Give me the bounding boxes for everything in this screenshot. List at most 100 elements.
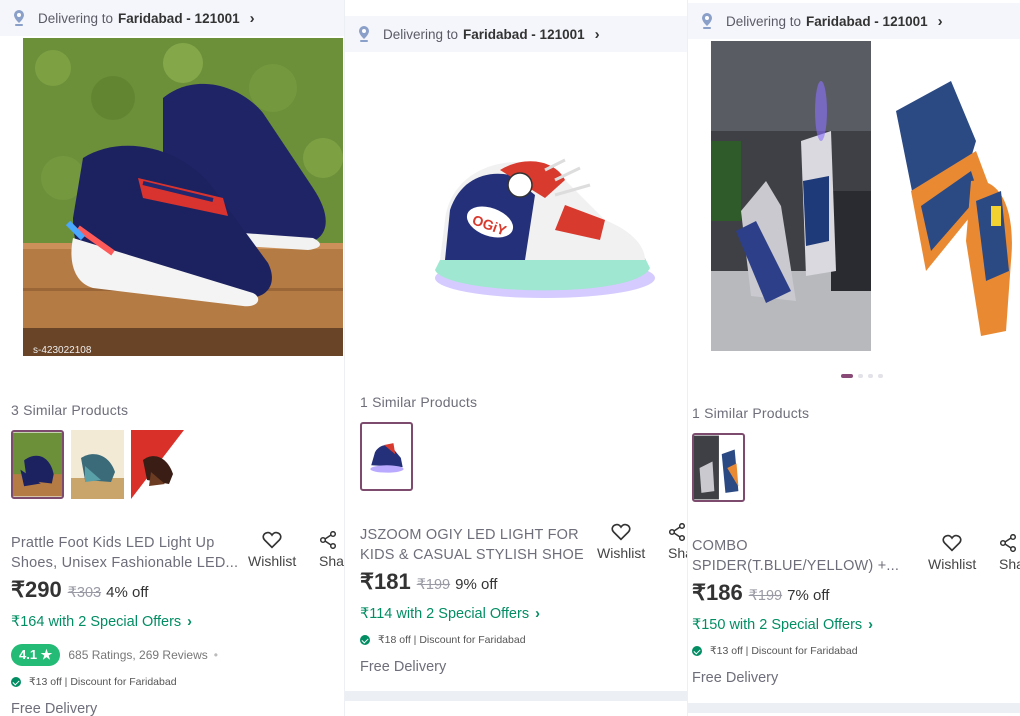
similar-thumbnail[interactable] [692,433,745,502]
delivery-location: Faridabad - 121001 [118,10,240,26]
product-name[interactable]: COMBO SPIDER(T.BLUE/YELLOW) +... [692,536,927,576]
similar-thumbnail[interactable] [131,430,184,499]
delivery-bar[interactable]: Delivering to Faridabad - 121001 › [688,3,1020,39]
special-offers-text: ₹150 with 2 Special Offers [692,617,863,633]
carousel-dot-active[interactable] [841,374,853,378]
location-discount: ₹18 off | Discount for Faridabad [360,634,526,646]
similar-thumbnails [360,422,413,491]
price: ₹290 [11,577,62,602]
separator-dot: • [213,648,218,662]
wishlist-label: Wishlist [597,545,646,561]
delivery-label: Delivering to [383,26,459,42]
share-button[interactable]: Sha [999,534,1020,572]
location-pin-icon [357,25,371,43]
share-label: Sha [999,556,1020,572]
similar-products-title: 3 Similar Products [11,402,129,418]
share-icon [999,534,1017,552]
share-button[interactable]: Sha [668,523,687,561]
carousel-dot[interactable] [858,374,863,378]
product-name-line: JSZOOM OGIY LED LIGHT FOR [360,527,579,543]
similar-products-title: 1 Similar Products [692,405,810,421]
product-image[interactable]: OGiY [405,150,655,310]
wishlist-label: Wishlist [248,553,297,569]
product-name-line: SPIDER(T.BLUE/YELLOW) +... [692,558,900,574]
wishlist-button[interactable]: Wishlist [248,531,296,569]
mrp: ₹199 [748,588,783,604]
special-offers-link[interactable]: ₹114 with 2 Special Offers › [360,606,540,622]
product-name-line: COMBO [692,538,748,554]
rating-row: 4.1 ★ 685 Ratings, 269 Reviews • [11,644,218,666]
product-panel-1: Delivering to Faridabad - 121001 › s-423… [0,0,344,716]
check-icon [692,646,702,656]
location-discount-text: ₹13 off | Discount for Faridabad [29,676,177,688]
location-pin-icon [700,12,714,30]
location-pin-icon [12,9,26,27]
similar-thumbnail[interactable] [71,430,124,499]
delivery-bar[interactable]: Delivering to Faridabad - 121001 › [0,0,344,36]
image-code-text: s-423022108 [33,345,92,356]
share-label: Sha [668,545,687,561]
carousel-dot[interactable] [868,374,873,378]
wishlist-button[interactable]: Wishlist [928,534,976,572]
heart-icon [611,523,631,541]
free-delivery-text: Free Delivery [360,659,447,675]
product-name-line: KIDS & CASUAL STYLISH SHOE [360,547,584,563]
product-name[interactable]: JSZOOM OGIY LED LIGHT FOR KIDS & CASUAL … [360,525,600,565]
similar-thumbnail[interactable] [360,422,413,491]
similar-products-title: 1 Similar Products [360,394,478,410]
wishlist-button[interactable]: Wishlist [597,523,645,561]
chevron-right-icon: › [249,9,255,27]
share-button[interactable]: Shar [319,531,344,569]
free-delivery-text: Free Delivery [692,670,779,686]
product-name[interactable]: Prattle Foot Kids LED Light Up Shoes, Un… [11,533,246,573]
location-discount: ₹13 off | Discount for Faridabad [692,645,858,657]
similar-thumbnails [692,433,745,502]
discount-percent: 9% off [455,576,498,593]
price: ₹186 [692,580,743,605]
price: ₹181 [360,569,411,594]
check-icon [360,635,370,645]
chevron-right-icon: › [594,25,600,43]
check-icon [11,677,21,687]
similar-thumbnails [11,430,184,499]
chevron-right-icon: › [187,614,192,630]
product-name-line: Shoes, Unisex Fashionable LED... [11,555,239,571]
chevron-right-icon: › [535,606,540,622]
section-divider [688,703,1020,713]
delivery-bar[interactable]: Delivering to Faridabad - 121001 › [345,16,687,52]
chevron-right-icon: › [868,617,873,633]
chevron-right-icon: › [937,12,943,30]
special-offers-link[interactable]: ₹150 with 2 Special Offers › [692,617,873,633]
similar-thumbnail[interactable] [11,430,64,499]
product-image[interactable]: s-423022108 [23,38,343,356]
ratings-count: 685 Ratings, 269 Reviews [68,648,208,662]
special-offers-text: ₹114 with 2 Special Offers [360,606,530,622]
product-panel-2: Delivering to Faridabad - 121001 › OGiY … [344,0,687,716]
discount-percent: 4% off [106,584,149,601]
delivery-location: Faridabad - 121001 [806,13,928,29]
special-offers-text: ₹164 with 2 Special Offers [11,614,182,630]
share-icon [668,523,686,541]
price-row: ₹186 ₹199 7% off [692,580,829,606]
mrp: ₹199 [416,577,451,593]
location-discount-text: ₹18 off | Discount for Faridabad [378,634,526,646]
image-carousel-dots[interactable] [841,374,883,378]
share-icon [319,531,337,549]
carousel-dot[interactable] [878,374,883,378]
price-row: ₹290 ₹303 4% off [11,577,148,603]
location-discount: ₹13 off | Discount for Faridabad [11,676,177,688]
delivery-label: Delivering to [38,10,114,26]
location-discount-text: ₹13 off | Discount for Faridabad [710,645,858,657]
share-label: Shar [319,553,344,569]
product-panel-3: Delivering to Faridabad - 121001 › 1 Sim… [687,0,1020,716]
delivery-label: Delivering to [726,13,802,29]
wishlist-label: Wishlist [928,556,977,572]
mrp: ₹303 [67,585,102,601]
heart-icon [942,534,962,552]
discount-percent: 7% off [787,587,830,604]
special-offers-link[interactable]: ₹164 with 2 Special Offers › [11,614,192,630]
price-row: ₹181 ₹199 9% off [360,569,497,595]
rating-badge: 4.1 ★ [11,644,61,666]
product-image[interactable] [711,41,1020,351]
free-delivery-text: Free Delivery [11,701,98,716]
